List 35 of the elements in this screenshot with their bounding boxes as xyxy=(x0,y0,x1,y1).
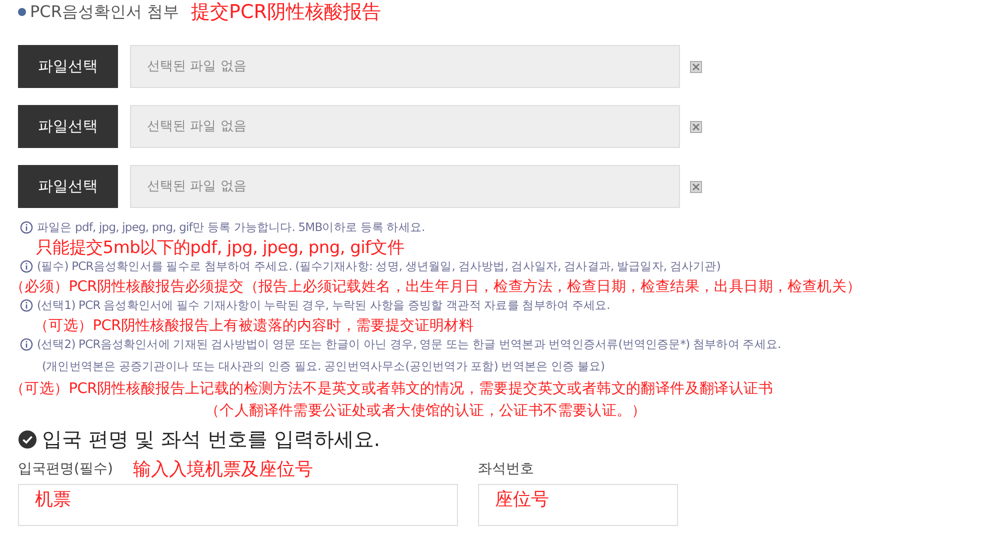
annotation: （个人翻译件需要公证处或者大使馆的认证，公证书不需要认证。） xyxy=(205,402,646,420)
annotation: 机票 xyxy=(35,489,71,510)
notice-text: (선택1) PCR 음성확인서에 필수 기재사항이 누락된 경우, 누락된 사항을 증빙할 객관적 자료를 첨부하여 주세요. xyxy=(37,298,610,313)
check-icon xyxy=(18,430,37,448)
input-field[interactable]: 机票 xyxy=(18,484,458,526)
bullet-icon xyxy=(18,8,26,16)
info-icon xyxy=(20,221,33,234)
remove-icon[interactable] xyxy=(690,120,702,132)
file-name-field[interactable]: 선택된 파일 없음 xyxy=(130,105,680,148)
info-icon xyxy=(20,260,33,273)
annotation: 只能提交5mb以下的pdf, jpg, jpeg, png, gif文件 xyxy=(36,236,404,258)
remove-icon[interactable] xyxy=(690,60,702,72)
annotation: 座位号 xyxy=(495,489,549,510)
annotation: （可选）PCR阴性核酸报告上记载的检测方法不是英文或者韩文的情况，需要提交英文或者韩文的翻译件及翻译认证书 xyxy=(10,380,774,398)
section-title: PCR음성확인서 첨부 xyxy=(30,2,180,22)
file-name-field[interactable]: 선택된 파일 없음 xyxy=(130,45,680,88)
field-label: 좌석번호 xyxy=(478,460,534,478)
remove-icon[interactable] xyxy=(690,180,702,192)
annotation: 输入入境机票及座位号 xyxy=(132,458,313,481)
file-name-field[interactable]: 선택된 파일 없음 xyxy=(130,165,680,208)
notice-text: 파일은 pdf, jpg, jpeg, png, gif만 등록 가능합니다. 5MB이하로 등록 하세요. xyxy=(37,220,425,235)
file-select-button[interactable]: 파일선택 xyxy=(18,105,118,148)
annotation: （可选）PCR阴性核酸报告上有被遗落的内容时，需要提交证明材料 xyxy=(34,316,474,334)
annotation: （必须）PCR阴性核酸报告必须提交（报告上必须记载姓名，出生年月日，检查方法，检查日期，检查结果，出具日期，检查机关） xyxy=(10,278,862,296)
notice-text: (선택2) PCR음성확인서에 기재된 검사방법이 영문 또는 한글이 아닌 경우, 영문 또는 한글 번역본과 번역인증서류(번역인증문*) 첨부하여 주세요. xyxy=(37,337,781,352)
notice-text: (개인번역본은 공증기관이나 또는 대사관의 인증 필요. 공인번역사무소(공인번역가 포함) 번역본은 인증 불요) xyxy=(42,358,605,374)
notice-text: (필수) PCR음성확인서를 필수로 첨부하여 주세요. (필수기재사항: 성명, 생년월일, 검사방법, 검사일자, 검사결과, 발급일자, 검사기관) xyxy=(37,259,720,274)
file-select-button[interactable]: 파일선택 xyxy=(18,45,118,88)
file-select-button[interactable]: 파일선택 xyxy=(18,165,118,208)
input-field[interactable]: 座位号 xyxy=(478,484,678,526)
info-icon xyxy=(20,338,33,351)
info-icon xyxy=(20,299,33,312)
section-heading: 입국 편명 및 좌석 번호를 입력하세요. xyxy=(42,426,380,452)
annotation: 提交PCR阴性核酸报告 xyxy=(191,0,381,25)
field-label: 입국편명(필수) xyxy=(18,460,113,478)
